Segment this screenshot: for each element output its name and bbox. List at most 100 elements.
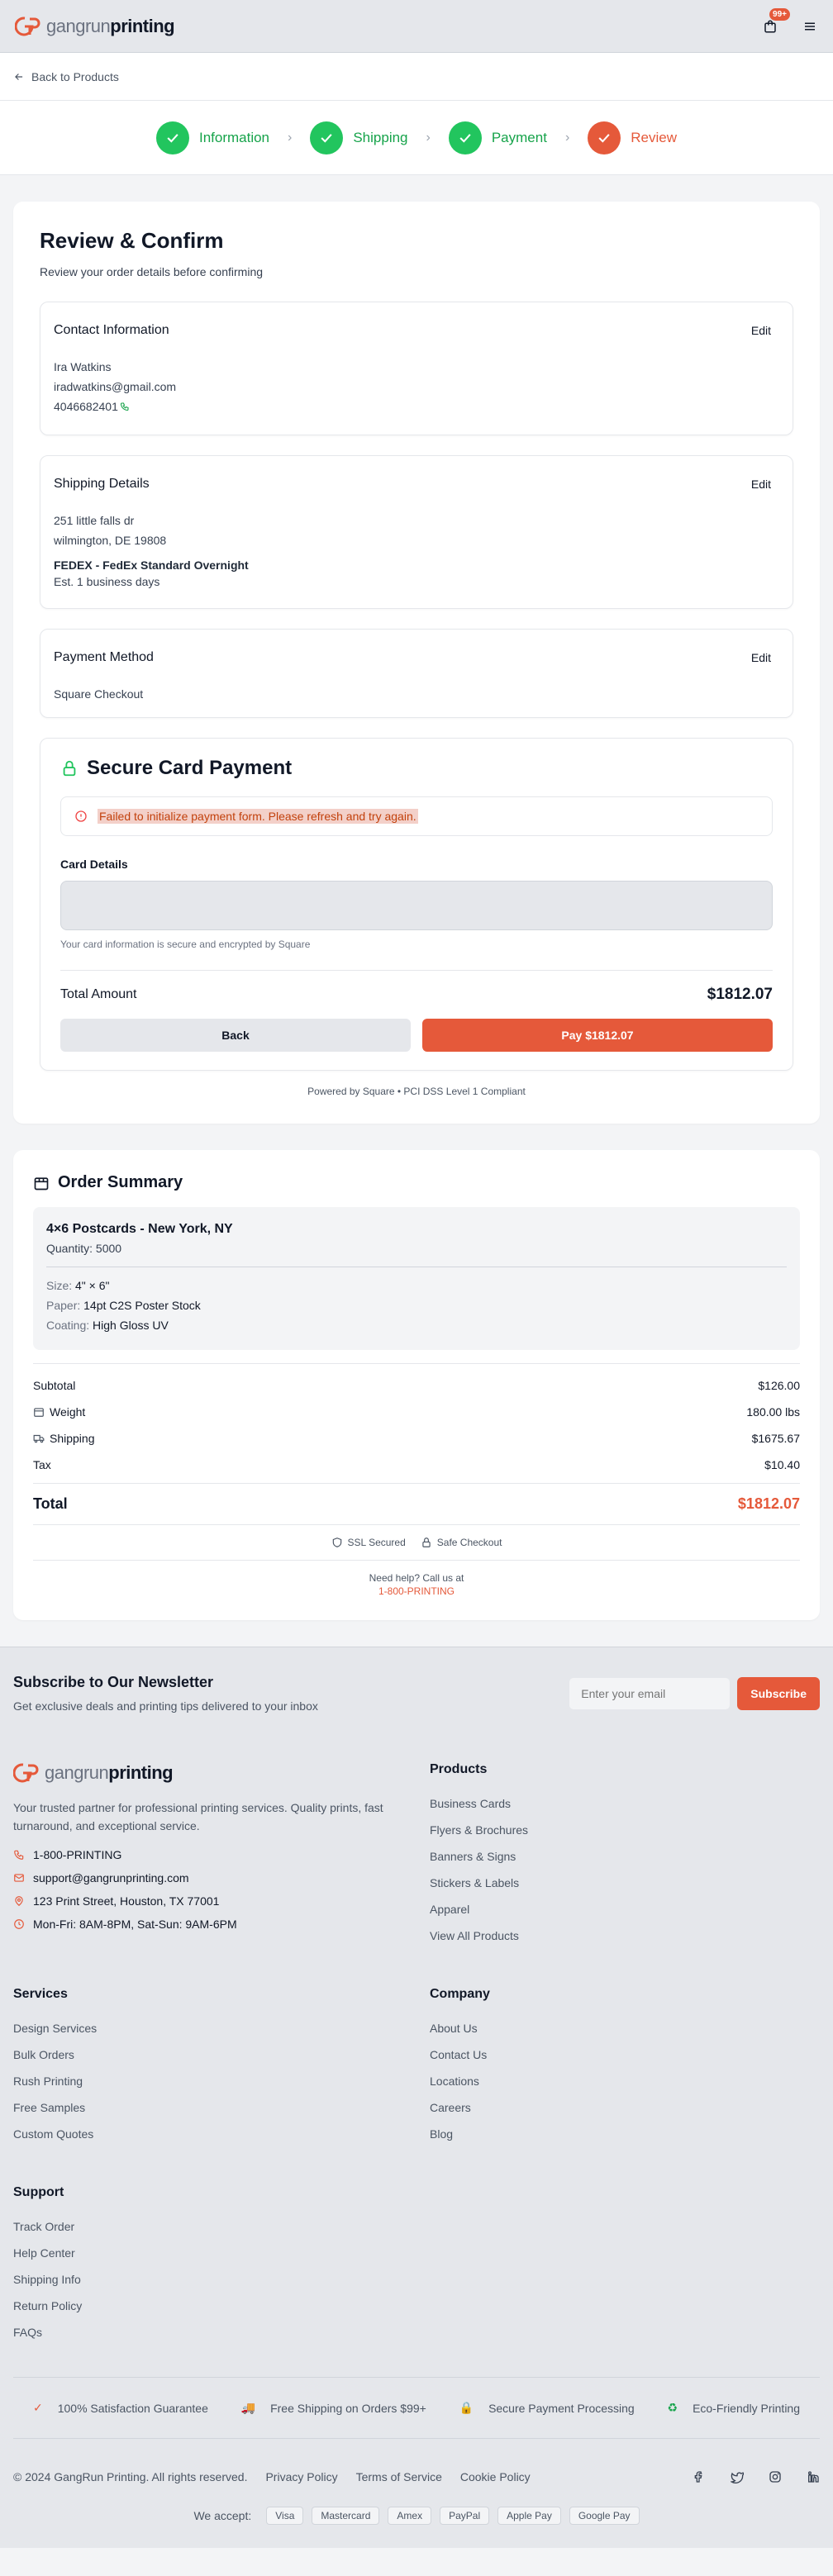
terms-of-service-link[interactable]: Terms of Service: [356, 2470, 442, 2483]
twitter-icon[interactable]: [731, 2470, 744, 2483]
error-alert: Failed to initialize payment form. Pleas…: [60, 796, 773, 836]
chevron-right-icon: ›: [288, 130, 293, 145]
newsletter-email-input[interactable]: [569, 1676, 731, 1710]
pay-button[interactable]: Pay $1812.07: [422, 1019, 773, 1052]
edit-shipping-button[interactable]: Edit: [743, 474, 779, 494]
payment-chip: Amex: [388, 2507, 432, 2525]
footer-services: Services Design Services Bulk Orders Rus…: [13, 1987, 430, 2147]
footer-email-text: support@gangrunprinting.com: [33, 1871, 189, 1884]
footer-phone[interactable]: 1-800-PRINTING: [13, 1843, 430, 1866]
step-review[interactable]: Review: [588, 121, 677, 154]
facebook-icon[interactable]: [693, 2470, 706, 2483]
footer-link[interactable]: Help Center: [13, 2240, 430, 2266]
contact-section: Contact Information Edit Ira Watkins ira…: [40, 302, 793, 435]
footer-link[interactable]: Contact Us: [430, 2041, 820, 2068]
feature-label: 100% Satisfaction Guarantee: [57, 2401, 208, 2415]
cart-button[interactable]: 99+: [760, 7, 790, 36]
contact-phone: 4046682401: [54, 400, 118, 413]
footer-link[interactable]: Banners & Signs: [430, 1843, 820, 1870]
checkout-stepper: Information › Shipping › Payment › Revie…: [0, 101, 833, 175]
help-block: Need help? Call us at 1-800-PRINTING: [33, 1561, 800, 1597]
footer-heading: Company: [430, 1987, 490, 2001]
page-title: Review & Confirm: [40, 228, 224, 253]
we-accept-label: We accept:: [193, 2509, 252, 2522]
address-line-1: 251 little falls dr: [54, 514, 135, 527]
edit-contact-button[interactable]: Edit: [743, 321, 779, 340]
subtotal-value: $126.00: [758, 1379, 800, 1392]
spec-key: Paper:: [46, 1299, 81, 1312]
shield-icon: [332, 1538, 341, 1547]
step-payment[interactable]: Payment: [448, 121, 547, 154]
menu-button[interactable]: [800, 17, 820, 36]
footer-email[interactable]: support@gangrunprinting.com: [13, 1866, 430, 1889]
footer-link[interactable]: Flyers & Brochures: [430, 1817, 820, 1843]
back-label: Back to Products: [31, 69, 119, 83]
linkedin-icon[interactable]: [807, 2470, 820, 2483]
step-information[interactable]: Information: [155, 121, 269, 154]
cookie-policy-link[interactable]: Cookie Policy: [460, 2470, 531, 2483]
check-icon: [310, 121, 344, 154]
footer-description: Your trusted partner for professional pr…: [13, 1801, 383, 1832]
subscribe-button[interactable]: Subscribe: [737, 1676, 820, 1710]
hamburger-menu-icon: [805, 22, 815, 30]
privacy-policy-link[interactable]: Privacy Policy: [265, 2470, 337, 2483]
error-message: Failed to initialize payment form. Pleas…: [98, 809, 418, 824]
card-details-field[interactable]: [60, 881, 773, 930]
help-phone-link[interactable]: 1-800-PRINTING: [33, 1585, 800, 1597]
feature-item: 🚚 Free Shipping on Orders $99+: [241, 2401, 426, 2415]
logo-mark-icon: [15, 16, 40, 36]
footer-link[interactable]: About Us: [430, 2015, 820, 2041]
back-button[interactable]: Back: [60, 1019, 411, 1052]
footer-address: 123 Print Street, Houston, TX 77001: [13, 1889, 430, 1913]
accepted-payments: We accept: Visa Mastercard Amex PayPal A…: [13, 2507, 820, 2548]
weight-label: Weight: [50, 1405, 86, 1419]
secure-payment-panel: Secure Card Payment Failed to initialize…: [40, 738, 793, 1071]
back-to-products-link[interactable]: Back to Products: [13, 70, 119, 83]
feature-item: ♻ Eco-Friendly Printing: [668, 2401, 801, 2415]
shipping-section: Shipping Details Edit 251 little falls d…: [40, 455, 793, 609]
truck-icon: [33, 1434, 45, 1443]
footer-link[interactable]: Track Order: [13, 2213, 430, 2240]
arrow-left-icon: [15, 73, 23, 80]
payment-method-section: Payment Method Edit Square Checkout: [40, 629, 793, 718]
step-label: Shipping: [353, 129, 408, 145]
spec-value: 14pt C2S Poster Stock: [83, 1299, 201, 1312]
footer-link[interactable]: Locations: [430, 2068, 820, 2094]
step-label: Review: [631, 129, 678, 145]
brand-logo[interactable]: gangrunprinting: [15, 16, 175, 37]
footer-link[interactable]: Apparel: [430, 1896, 820, 1922]
phone-call-icon: [120, 402, 129, 411]
footer-link[interactable]: Stickers & Labels: [430, 1870, 820, 1896]
footer-link[interactable]: Free Samples: [13, 2094, 430, 2121]
footer-link[interactable]: FAQs: [13, 2319, 430, 2345]
contact-name: Ira Watkins: [54, 360, 112, 373]
step-shipping[interactable]: Shipping: [310, 121, 408, 154]
footer-heading: Products: [430, 1762, 488, 1776]
footer-link[interactable]: Shipping Info: [13, 2266, 430, 2293]
chevron-right-icon: ›: [426, 130, 431, 145]
payment-chip: Mastercard: [312, 2507, 380, 2525]
footer-link[interactable]: View All Products: [430, 1922, 820, 1949]
payment-chip: Google Pay: [569, 2507, 640, 2525]
instagram-icon[interactable]: [769, 2470, 782, 2483]
footer-link[interactable]: Custom Quotes: [13, 2121, 430, 2147]
footer-link[interactable]: Blog: [430, 2121, 820, 2147]
chevron-right-icon: ›: [564, 130, 570, 145]
footer-logo[interactable]: gangrunprinting: [13, 1762, 430, 1784]
security-hint: Your card information is secure and encr…: [60, 939, 311, 950]
footer-link[interactable]: Rush Printing: [13, 2068, 430, 2094]
feature-label: Eco-Friendly Printing: [693, 2401, 800, 2415]
section-title: Shipping Details: [54, 477, 150, 491]
tax-value: $10.40: [764, 1458, 800, 1471]
footer-link[interactable]: Design Services: [13, 2015, 430, 2041]
alert-circle-icon: [75, 810, 87, 822]
footer-link[interactable]: Careers: [430, 2094, 820, 2121]
check-icon: [155, 121, 189, 154]
footer-link[interactable]: Return Policy: [13, 2293, 430, 2319]
box-icon: [34, 1408, 44, 1417]
footer-link[interactable]: Bulk Orders: [13, 2041, 430, 2068]
spec-key: Coating:: [46, 1319, 90, 1332]
lock-icon: 🔒: [459, 2401, 474, 2414]
edit-payment-button[interactable]: Edit: [743, 648, 779, 668]
footer-link[interactable]: Business Cards: [430, 1790, 820, 1817]
